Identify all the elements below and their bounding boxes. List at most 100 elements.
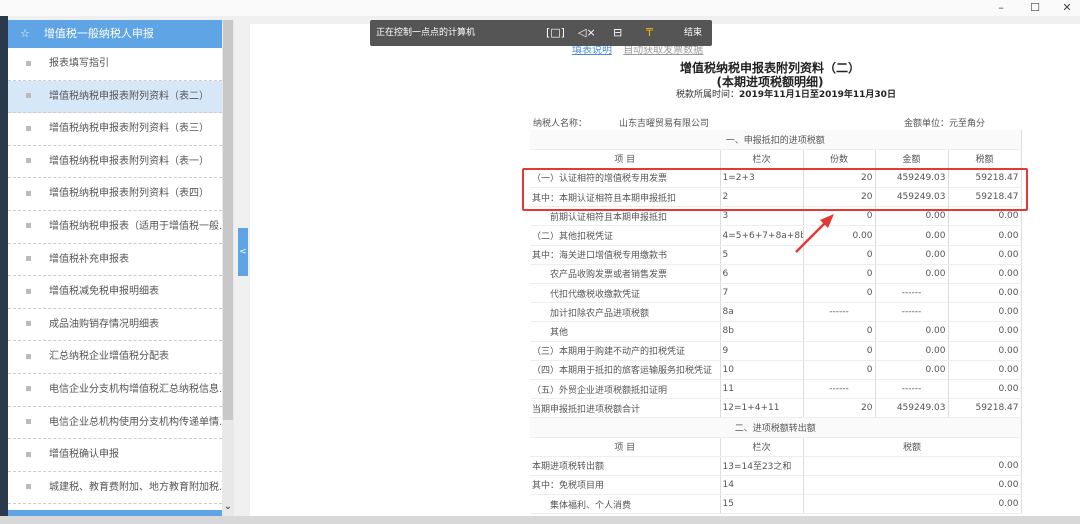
collapse-sidebar-button[interactable]: < [238,228,248,276]
fill-instructions-link[interactable]: 填表说明 [572,45,612,56]
table-cell: 0 [803,360,876,380]
table-cell: 0.00 [948,245,1022,265]
table-row: 农产品收购发票或者销售发票 6 0 0.00 0.00 [530,264,1022,285]
sidebar-item-label: 电信企业分支机构增值税汇总纳税信息... [49,383,222,395]
remote-control-label: 正在控制一点点的计算机 [376,28,476,38]
fullscreen-icon[interactable]: [□] [546,20,565,46]
taxpayer-label: 纳税人名称： [533,119,588,129]
table-cell: 0.00 [803,494,1022,515]
table-cell: 0.00 [875,264,949,285]
table-cell: 7 [720,283,804,304]
sidebar-item-label: 城建税、教育费附加、地方教育附加税... [49,481,222,493]
sidebar-item[interactable]: 电信企业分支机构增值税汇总纳税信息... [8,374,222,407]
sidebar-list: 报表填写指引增值税纳税申报表附列资料（表二） 增值税纳税申报表附列资料（表三） 增值… [8,48,222,505]
sidebar-item[interactable]: 汇总纳税企业增值税分配表 [8,341,222,374]
sidebar-item[interactable]: 增值税补充申报表 [8,244,222,277]
table-cell: 10 [720,360,804,380]
sidebar-item[interactable]: 增值税纳税申报表附列资料（表三） [8,113,222,146]
sidebar-item[interactable]: 城建税、教育费附加、地方教育附加税... [8,472,222,505]
table-cell: 0 [803,321,876,342]
table-cell: 金额 [875,149,949,169]
sidebar-item-label: 报表填写指引 [49,58,109,69]
table-cell: 0.00 [803,456,1022,476]
table-cell: 份数 [803,149,876,169]
star-icon: ☆ [20,27,30,40]
sidebar-header-label: 增值税一般纳税人申报 [43,27,154,40]
sidebar-item-label: 增值税减免税申报明细表 [49,286,159,298]
table-cell: 0 [803,283,876,304]
table-cell: 其他 [530,321,721,342]
auto-fetch-invoice-link[interactable]: 自动获取发票数据 [623,45,703,56]
bullet-icon [26,451,31,457]
end-button[interactable]: 结束 [684,20,702,46]
table-row: 其中：海关进口增值税专用缴款书 5 0 0.00 0.00 [530,245,1022,265]
pin-icon[interactable]: ₸ [646,20,653,46]
sidebar-item[interactable]: 增值税纳税申报表附列资料（表四） [8,178,222,211]
sidebar-item-label: 电信企业总机构使用分支机构传递单情... [49,416,222,428]
sidebar-item-label: 增值税纳税申报表（适用于增值税一般... [49,220,222,232]
table-cell: 8b [720,321,804,342]
table-cell: 0.00 [948,225,1022,246]
table-cell: 20 [803,398,876,419]
highlight-box [522,168,1028,211]
sidebar-item[interactable]: 增值税确认申报 [8,439,222,472]
sidebar-scrollbar[interactable]: ⌄ [222,20,234,516]
sidebar-item[interactable]: 电信企业总机构使用分支机构传递单情... [8,407,222,440]
table-cell: 其中：免税项目用 [530,475,721,496]
bottom-bar [0,516,1080,524]
table-cell: 0 [803,264,876,285]
column-header-row: 项 目栏次 份数 金额 税额 [530,149,1022,169]
maximize-button[interactable]: ☐ [1020,0,1050,16]
table-cell: ------ [875,283,949,304]
table-row: 其中：免税项目用 14 0.00 [530,475,1022,496]
close-button[interactable]: ✕ [1052,0,1080,16]
table-cell: 其中：海关进口增值税专用缴款书 [530,245,721,265]
minimize-button[interactable]: – [986,0,1016,16]
table-cell: 当期申报抵扣进项税额合计 [530,398,721,419]
section-header: 一、申报抵扣的进项税额 [530,130,1022,150]
sidebar-item[interactable]: 增值税纳税申报表附列资料（表二） [8,80,222,114]
table-cell: 0.00 [875,225,949,246]
sidebar-item[interactable]: 增值税纳税申报表（适用于增值税一般... [8,211,222,244]
left-edge [0,16,8,524]
sidebar-item[interactable]: 报表填写指引 [8,48,222,81]
sidebar-header[interactable]: ☆ 增值税一般纳税人申报 [8,20,222,48]
table-cell: 本期进项税转出额 [530,456,721,476]
table-cell: 15 [720,494,804,515]
mute-icon[interactable]: ◁× [578,20,596,46]
bullet-icon [26,223,31,229]
bullet-icon [26,60,31,66]
table-cell: 8a [720,302,804,323]
table-cell: 0.00 [875,360,949,380]
table-cell: 0 [803,341,876,361]
table-cell: 0.00 [948,321,1022,342]
table-row: 加计扣除农产品进项税额 8a ------ ------ 0.00 [530,302,1022,323]
table-row: （四）本期用于抵扣的旅客运输服务扣税凭证 10 0 0.00 0.00 [530,360,1022,380]
table-cell: 0.00 [948,302,1022,323]
scroll-down-icon[interactable]: ⌄ [222,501,234,512]
table-cell: 项 目 [530,437,721,457]
table-cell: 0.00 [948,360,1022,380]
table-cell: （四）本期用于抵扣的旅客运输服务扣税凭证 [530,360,721,380]
scrollbar-thumb[interactable] [223,20,233,420]
period-value: 2019年11月1日至2019年11月30日 [739,90,896,100]
table-cell: 0.00 [948,341,1022,361]
table-cell: 一、申报抵扣的进项税额 [530,130,1022,150]
sidebar-item-label: 成品油购销存情况明细表 [49,318,159,330]
table-cell: 59218.47 [948,398,1022,419]
table-cell: ------ [875,379,949,400]
column-header-row: 项 目栏次 税额 [530,437,1022,457]
sidebar-item-label: 增值税纳税申报表附列资料（表三） [49,123,209,135]
sidebar-item-label: 汇总纳税企业增值税分配表 [49,351,169,363]
table-cell: ------ [803,302,876,323]
table-cell: ------ [803,379,876,400]
sidebar-item[interactable]: 增值税纳税申报表附列资料（表一） [8,146,222,179]
bullet-icon [26,256,31,262]
sidebar-item[interactable]: 增值税减免税申报明细表 [8,276,222,309]
sidebar-item[interactable]: 成品油购销存情况明细表 [8,309,222,342]
table-row: 其他 8b 0 0.00 0.00 [530,321,1022,342]
table-cell: 代扣代缴税收缴款凭证 [530,283,721,304]
window-icon[interactable]: ⊟ [613,20,622,46]
table-cell: 0.00 [948,264,1022,285]
arrow-annotation [795,214,834,253]
